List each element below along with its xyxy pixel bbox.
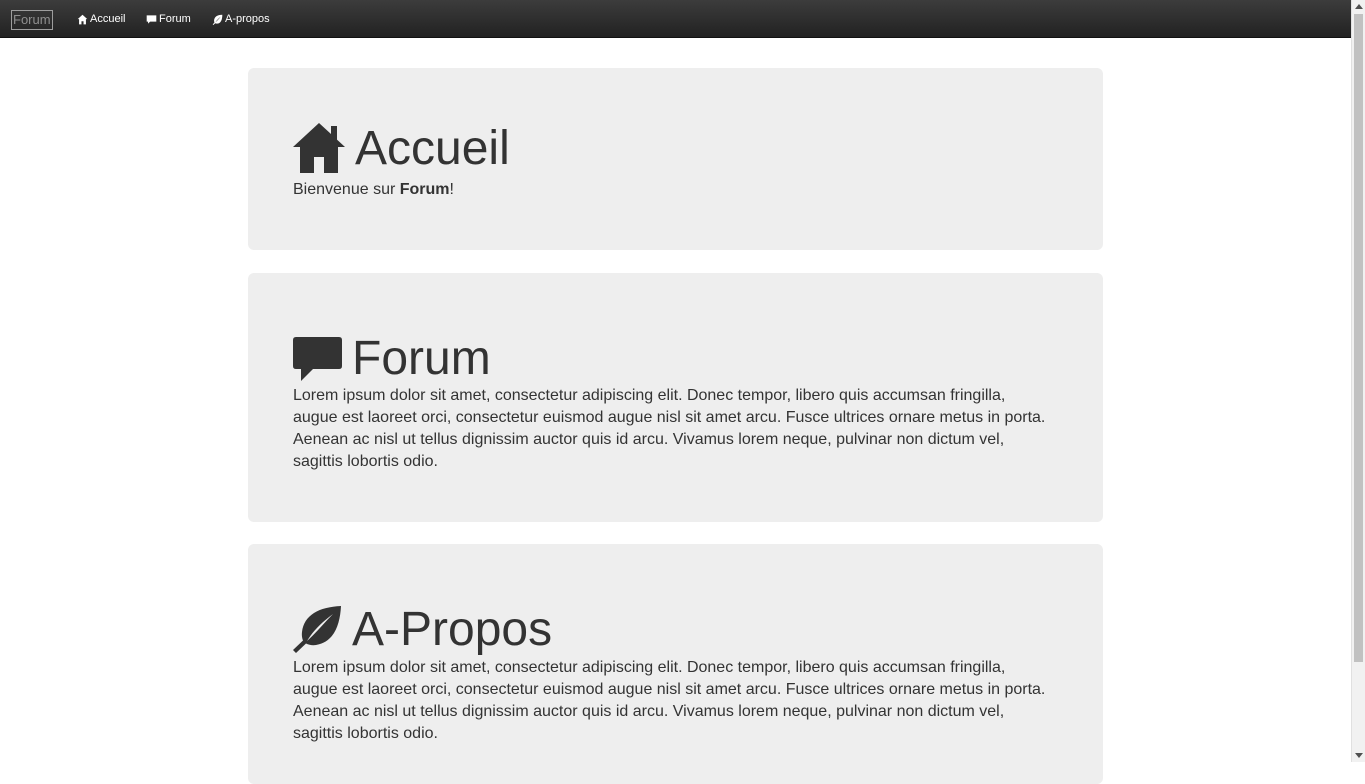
scroll-down-arrow-icon[interactable]	[1355, 753, 1363, 758]
home-icon	[293, 123, 345, 173]
brand-link[interactable]: Forum	[11, 10, 53, 30]
section-heading: Forum	[293, 323, 491, 383]
nav-link-label: Forum	[159, 13, 191, 25]
section-title: Accueil	[355, 122, 510, 175]
vertical-scrollbar[interactable]	[1351, 0, 1365, 762]
comment-icon	[146, 14, 157, 24]
nav-link-accueil[interactable]: Accueil	[77, 0, 125, 38]
leaf-icon	[212, 14, 223, 25]
section-body: Lorem ipsum dolor sit amet, consectetur …	[293, 387, 1046, 470]
leaf-icon	[293, 606, 341, 653]
section-heading: A-Propos	[293, 594, 552, 654]
nav-link-label: Accueil	[90, 13, 126, 25]
nav-link-forum[interactable]: Forum	[146, 0, 191, 38]
forum-section: Forum Lorem ipsum dolor sit amet, consec…	[248, 273, 1103, 522]
top-navbar: Forum Accueil Forum A-propos	[0, 0, 1351, 38]
welcome-text: Bienvenue sur Forum!	[293, 181, 454, 199]
nav-link-label: A-propos	[225, 13, 270, 25]
comment-icon	[293, 337, 342, 381]
welcome-brand: Forum	[399, 181, 450, 198]
nav-link-apropos[interactable]: A-propos	[212, 0, 270, 38]
section-title: Forum	[352, 332, 491, 385]
apropos-section: A-Propos Lorem ipsum dolor sit amet, con…	[248, 544, 1103, 784]
accueil-section: Accueil Bienvenue sur Forum!	[248, 68, 1103, 250]
section-body: Lorem ipsum dolor sit amet, consectetur …	[293, 659, 1046, 742]
welcome-suffix: !	[449, 181, 454, 198]
home-icon	[77, 14, 88, 24]
section-heading: Accueil	[293, 113, 510, 173]
scroll-thumb[interactable]	[1354, 14, 1363, 662]
welcome-prefix: Bienvenue sur	[293, 181, 400, 198]
section-title: A-Propos	[352, 603, 553, 656]
scroll-up-arrow-icon[interactable]	[1355, 4, 1363, 9]
